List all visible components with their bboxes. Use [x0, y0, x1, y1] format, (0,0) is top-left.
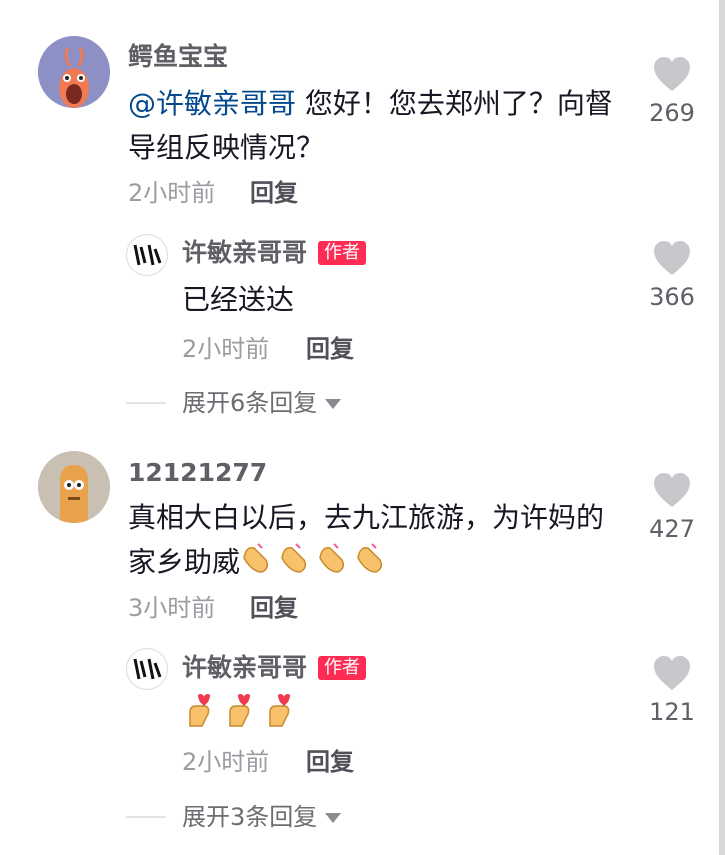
avatar[interactable]: [126, 234, 168, 276]
divider: [126, 402, 166, 404]
reply-button[interactable]: 回复: [250, 593, 298, 623]
like-button[interactable]: 121: [642, 655, 702, 727]
heart-icon: [654, 656, 690, 690]
mention-link[interactable]: @许敏亲哥哥: [128, 87, 296, 120]
comment-timestamp: 3小时前: [128, 594, 216, 622]
expand-replies-button[interactable]: 展开3条回复: [182, 802, 342, 832]
like-button[interactable]: 366: [642, 240, 702, 312]
cartoon-shrimp-avatar-icon: [38, 36, 110, 108]
expand-replies-button[interactable]: 展开6条回复: [182, 388, 342, 418]
reply-timestamp: 2小时前: [182, 335, 270, 363]
avatar[interactable]: [38, 36, 110, 108]
calligraphy-avatar-icon: [128, 236, 166, 274]
like-count: 427: [649, 515, 695, 543]
like-count: 269: [649, 99, 695, 127]
author-badge: 作者: [318, 241, 366, 265]
chevron-down-icon: [325, 813, 342, 823]
divider: [126, 816, 166, 818]
expand-replies-label: 展开6条回复: [182, 389, 318, 417]
comment-text: 真相大白以后，去九江旅游，为许妈的家乡助威: [128, 496, 618, 587]
cartoon-blob-avatar-icon: [38, 451, 110, 523]
comment-username[interactable]: 12121277: [128, 458, 267, 488]
reply-button[interactable]: 回复: [250, 178, 298, 208]
like-count: 121: [649, 698, 695, 726]
chevron-down-icon: [325, 399, 342, 409]
comment-username[interactable]: 鳄鱼宝宝: [128, 42, 228, 72]
avatar[interactable]: [38, 451, 110, 523]
reply-username[interactable]: 许敏亲哥哥: [182, 238, 307, 268]
reply-timestamp: 2小时前: [182, 748, 270, 776]
reply-button[interactable]: 回复: [306, 747, 354, 777]
like-button[interactable]: 427: [642, 472, 702, 544]
heart-icon: [654, 57, 690, 91]
scrollbar-edge: [719, 0, 725, 855]
author-badge: 作者: [318, 656, 366, 680]
like-count: 366: [649, 283, 695, 311]
calligraphy-avatar-icon: [128, 650, 166, 688]
comment-timestamp: 2小时前: [128, 179, 216, 207]
reply-text: 已经送达: [182, 283, 295, 316]
reply-username[interactable]: 许敏亲哥哥: [182, 653, 307, 683]
comment-text: @许敏亲哥哥 您好！您去郑州了？向督导组反映情况？: [128, 82, 618, 170]
heart-icon: [654, 473, 690, 507]
avatar[interactable]: [126, 648, 168, 690]
reply-button[interactable]: 回复: [306, 334, 354, 364]
heart-icon: [654, 241, 690, 275]
clapping-hands-emoji-icon: [240, 540, 390, 587]
expand-replies-label: 展开3条回复: [182, 803, 318, 831]
finger-heart-emoji-icon: [184, 692, 296, 732]
like-button[interactable]: 269: [642, 56, 702, 128]
